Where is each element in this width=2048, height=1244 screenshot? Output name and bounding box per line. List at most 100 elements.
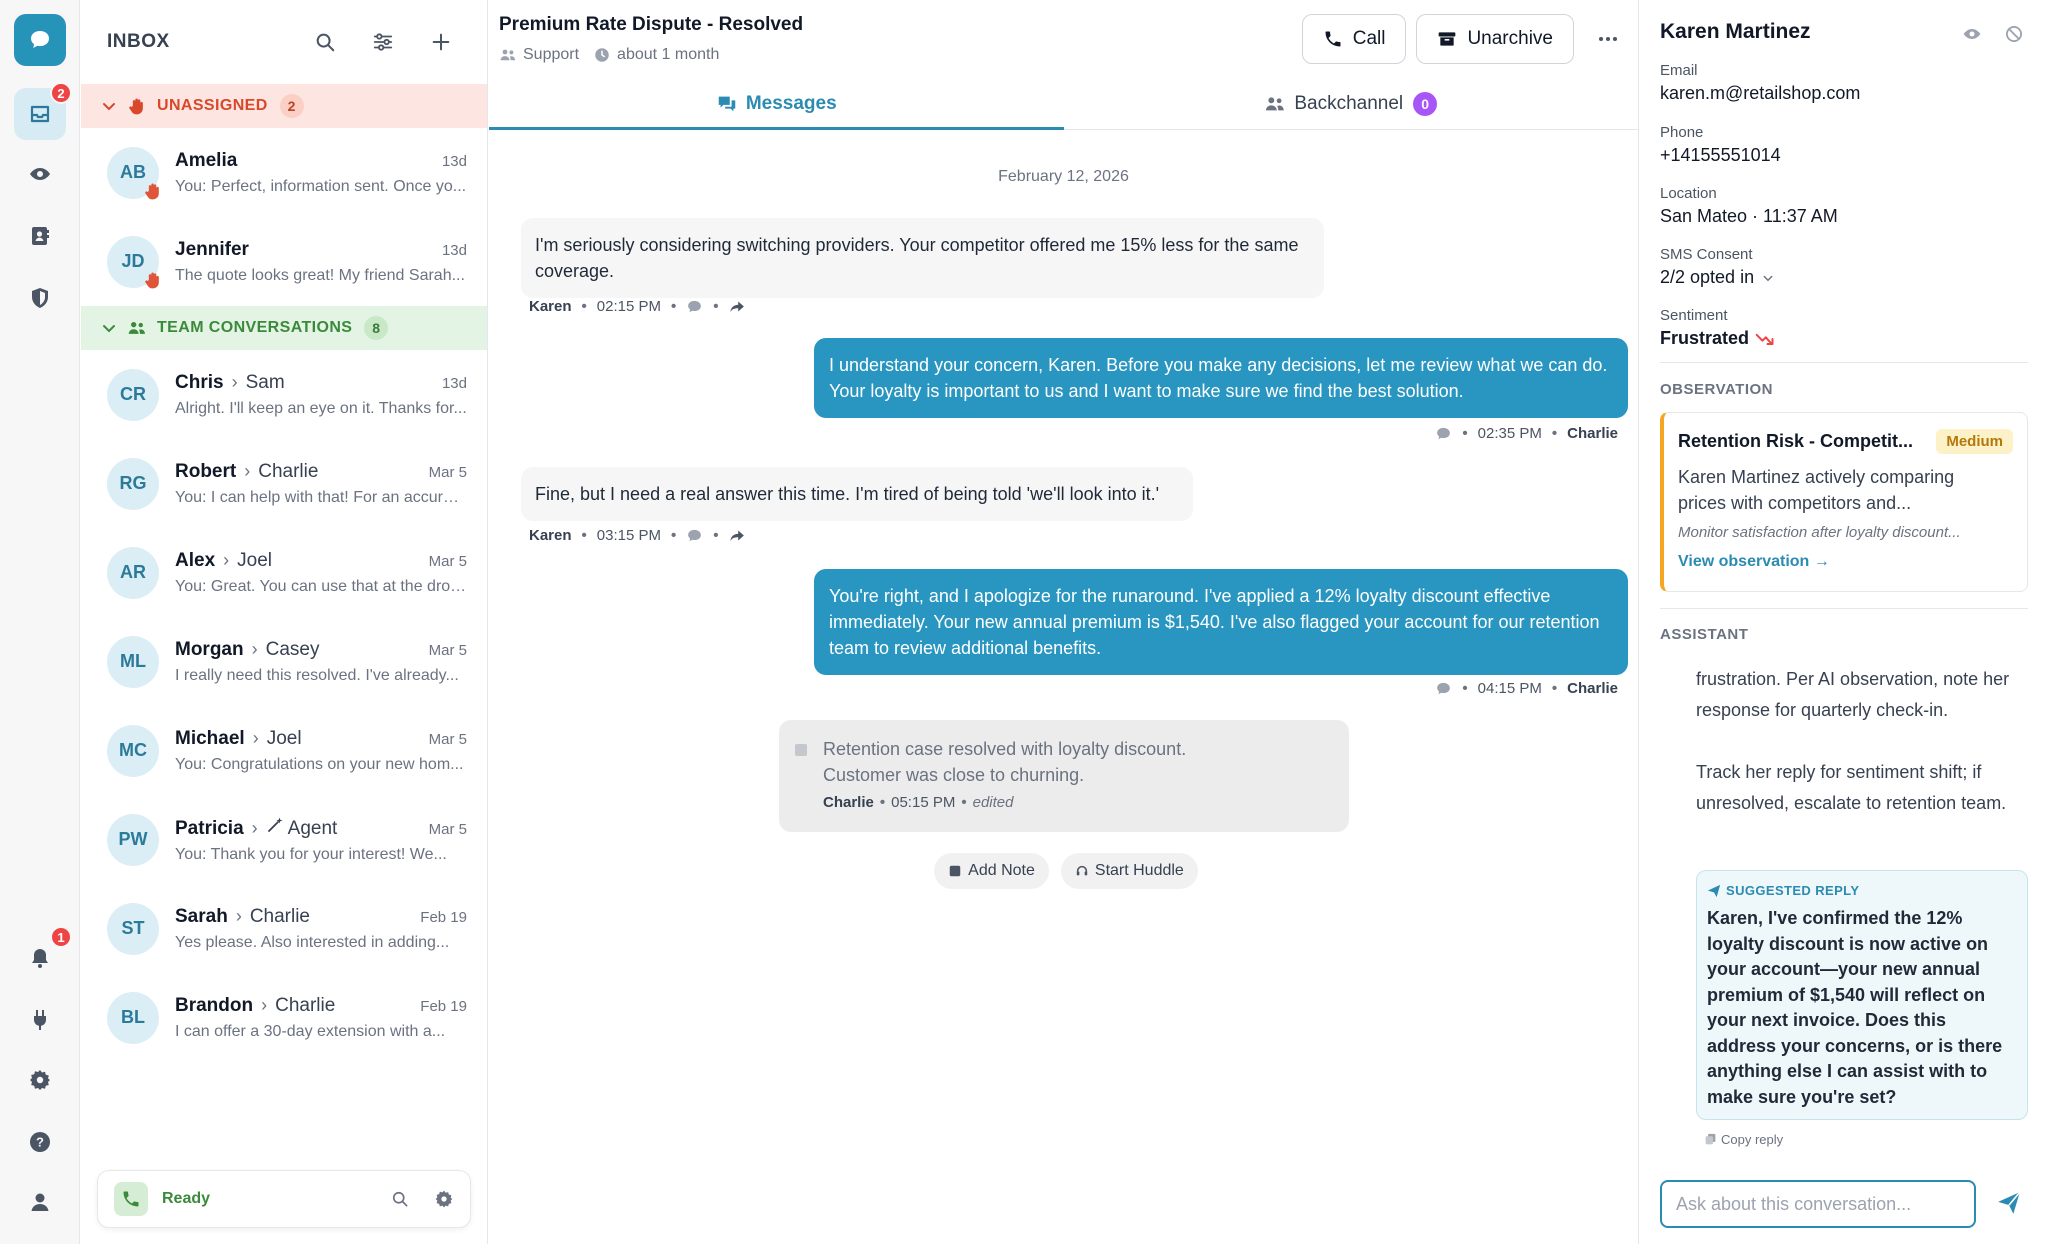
add-note-button[interactable]: Add Note [934,853,1049,889]
start-huddle-button[interactable]: Start Huddle [1060,853,1198,889]
unarchive-label: Unarchive [1467,28,1553,49]
comment-icon[interactable] [686,527,703,544]
team-conversations-section-header[interactable]: TEAM CONVERSATIONS 8 [81,306,487,350]
call-button[interactable]: Call [1301,14,1407,64]
conversation-item-morgan[interactable]: ML Morgan › Casey Mar 5 I really need this re… [81,617,487,706]
settings-nav-button[interactable] [14,1054,66,1106]
conversation-item-alex[interactable]: AR Alex › Joel Mar 5 You: Great. You can use … [81,528,487,617]
sms-consent-value: 2/2 opted in [1660,267,1755,287]
phone-value[interactable]: +14155551014 [1660,145,1781,166]
notifications-nav-button[interactable]: 1 [14,926,72,984]
send-icon[interactable] [1996,1190,2022,1216]
location-value: San Mateo · 11:37 AM [1660,206,1838,226]
more-options-button[interactable] [1588,19,1628,59]
unarchive-button[interactable]: Unarchive [1416,14,1574,64]
contacts-icon [32,227,49,245]
assignee-name: Sam [245,371,285,393]
ask-assistant-input[interactable] [1660,1180,1976,1228]
filter-button[interactable] [363,22,403,62]
conversation-item-jennifer[interactable]: JD Jennifer 13d The quote looks great! My… [81,217,487,306]
conversation-preview: You: Perfect, information sent. Once yo.… [175,177,467,195]
watching-nav-button[interactable] [14,148,66,200]
block-icon[interactable] [2004,24,2024,44]
svg-text:?: ? [36,1135,44,1150]
contact-name: Jennifer [175,238,249,260]
more-horizontal-icon [1599,37,1617,41]
chevron-down-icon [1763,275,1773,281]
note-text-line-1: Retention case resolved with loyalty dis… [823,739,1187,759]
email-value[interactable]: karen.m@retailshop.com [1660,83,1860,104]
assignee-name: Joel [237,549,272,571]
suggested-reply-card[interactable]: SUGGESTED REPLY Karen, I've confirmed th… [1696,870,2028,1120]
trend-down-icon [1755,333,1774,345]
reply-arrow-icon[interactable] [729,527,746,544]
comment-icon[interactable] [686,298,703,315]
conversation-preview: Yes please. Also interested in adding... [175,933,450,951]
integrations-nav-button[interactable] [14,994,66,1046]
conversation-item-amelia[interactable]: AB Amelia 13d You: Perfect, information s… [81,128,487,217]
date-divider: February 12, 2026 [998,168,1129,185]
agent-status-label: Ready [162,1190,211,1207]
hand-icon [145,183,159,199]
conversation-item-michael[interactable]: MC Michael › Joel Mar 5 You: Congratulations … [81,706,487,795]
incoming-message-bubble: I'm seriously considering switching prov… [521,218,1324,298]
security-nav-button[interactable] [14,272,66,324]
email-label: Email [1660,62,1698,79]
observation-card[interactable]: Retention Risk - Competit... Medium Kare… [1660,412,2028,592]
conversation-item-chris[interactable]: CR Chris › Sam 13d Alright. I'll keep an eye … [81,350,487,439]
gear-icon[interactable] [434,1189,454,1209]
divider [1660,608,2028,609]
copy-icon [1705,1133,1716,1145]
inbox-header: INBOX [81,0,487,84]
tab-messages-label: Messages [745,92,837,114]
message-author: Charlie [1567,680,1618,697]
comment-icon[interactable] [1435,680,1452,697]
sentiment-field: Sentiment Frustrated [1660,307,1775,349]
sms-consent-label: SMS Consent [1660,246,1753,263]
chevron-right-icon: › [235,905,242,926]
sms-consent-dropdown[interactable]: 2/2 opted in [1660,267,1774,288]
comment-icon[interactable] [1435,425,1452,442]
team-icon [128,322,145,334]
reply-arrow-icon[interactable] [729,298,746,315]
note-text-line-2: Customer was close to churning. [823,765,1085,785]
new-conversation-button[interactable] [421,22,461,62]
copy-reply-button[interactable]: Copy reply [1704,1132,1783,1147]
tab-backchannel[interactable]: Backchannel 0 [1064,78,1639,129]
tab-messages[interactable]: Messages [489,78,1064,130]
message-author: Karen [529,527,572,544]
view-observation-link[interactable]: View observation → [1678,553,2013,571]
avatar: PW [107,813,159,866]
conversation-date: Mar 5 [428,552,467,570]
conversation-title: Premium Rate Dispute - Resolved [499,14,804,35]
plug-icon [34,1010,46,1030]
profile-nav-button[interactable] [14,1176,66,1228]
search-button[interactable] [305,22,345,62]
unassigned-section-header[interactable]: UNASSIGNED 2 [81,84,487,128]
chevron-right-icon: › [252,727,259,748]
conversation-meta: Support about 1 month [499,46,1292,64]
inbox-panel: INBOX UNASSIGNED 2 AB Amelia 13d You: Per… [81,0,488,1244]
contact-name: Michael [175,727,245,749]
conversation-preview: You: I can help with that! For an accura… [175,488,467,506]
inbox-nav-button[interactable]: 2 [14,82,72,140]
note-author: Charlie [823,794,874,811]
eye-icon[interactable] [1962,24,1982,44]
conversation-item-brandon[interactable]: BL Brandon › Charlie Feb 19 I can offer a 30-… [81,973,487,1062]
conversation-age: about 1 month [617,46,720,63]
agent-status-bar[interactable]: Ready [97,1170,471,1228]
conversation-item-sarah[interactable]: ST Sarah › Charlie Feb 19 Yes please. Also in… [81,884,487,973]
conversation-preview: Alright. I'll keep an eye on it. Thanks … [175,399,467,417]
assignee-name: Charlie [258,460,319,482]
eye-icon [30,168,50,180]
search-icon[interactable] [390,1189,410,1209]
help-nav-button[interactable]: ? [14,1116,66,1168]
conversation-item-patricia[interactable]: PW Patricia › Agent Mar 5 You: Thank you for … [81,795,487,884]
conversation-item-robert[interactable]: RG Robert › Charlie Mar 5 You: I can help wit… [81,439,487,528]
app-logo-button[interactable] [14,14,66,66]
contacts-nav-button[interactable] [14,210,66,262]
outgoing-message-bubble: You're right, and I apologize for the ru… [814,569,1628,675]
icon-rail: 2 1 ? [0,0,80,1244]
observation-title: Retention Risk - Competit... [1678,431,1914,451]
sliders-icon [373,33,393,51]
